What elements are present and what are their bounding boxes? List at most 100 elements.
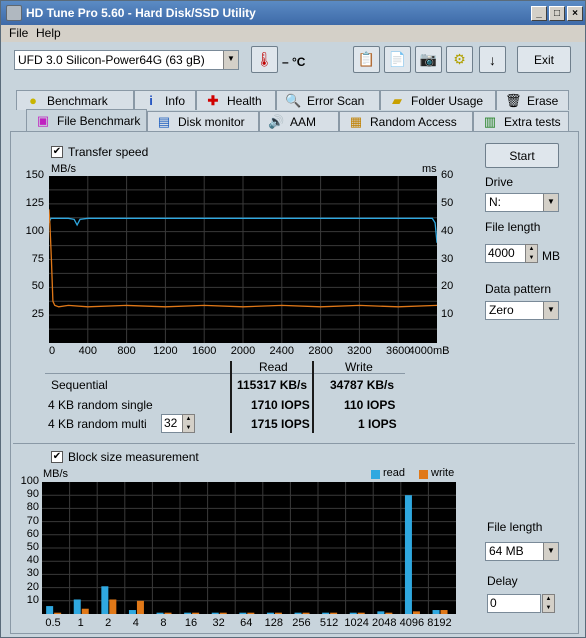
random-access-icon: ▦ [349, 113, 363, 129]
y-tick: 50 [26, 541, 39, 553]
delay-spinner[interactable]: ▲ ▼ [542, 594, 555, 613]
legend-read-label: read [383, 467, 406, 479]
read-bar [128, 610, 136, 614]
chevron-down-icon[interactable]: ▼ [543, 543, 558, 560]
block-size-checkbox[interactable]: ✔ [51, 451, 63, 463]
read-bar [156, 612, 164, 614]
speaker-icon: 🔊 [268, 113, 285, 129]
close-icon[interactable]: × [567, 5, 583, 21]
menu-file[interactable]: File [9, 26, 28, 40]
app-window: HD Tune Pro 5.60 - Hard Disk/SSD Utility… [0, 0, 586, 638]
x-tick: 512 [319, 617, 339, 629]
block-size-chart [42, 482, 456, 614]
tab-random-access[interactable]: ▦ Random Access [339, 111, 473, 131]
write-bar [385, 612, 393, 614]
read-bar [46, 606, 54, 614]
file-length-spinner[interactable]: ▲ ▼ [525, 244, 538, 263]
queue-depth-input[interactable]: 32 [161, 414, 183, 433]
tab-error-scan[interactable]: 🔍 Error Scan [276, 90, 380, 110]
queue-depth-spinner[interactable]: ▲ ▼ [182, 414, 195, 433]
x-tick: 800 [117, 345, 136, 357]
x-tick: 2 [105, 617, 112, 629]
window-title: HD Tune Pro 5.60 - Hard Disk/SSD Utility [26, 6, 256, 20]
settings-icon: ⚙ [453, 51, 466, 67]
x-tick: 400 [78, 345, 97, 357]
read-bar [349, 612, 357, 614]
tab-aam[interactable]: 🔊 AAM [259, 111, 339, 131]
app-icon [6, 5, 22, 21]
x-tick: 16 [184, 617, 198, 629]
drive-letter-select[interactable]: N: ▼ [485, 193, 559, 212]
file-length-unit: MB [542, 249, 560, 263]
y-tick-right: 10 [441, 308, 454, 321]
extra-tests-icon: ▥ [483, 113, 497, 129]
copy-icon: 📋 [357, 51, 376, 67]
title-bar[interactable]: HD Tune Pro 5.60 - Hard Disk/SSD Utility… [1, 1, 585, 25]
write-bar [219, 612, 227, 614]
copy-info-button[interactable]: 📋 [353, 46, 380, 73]
tab-label: Folder Usage [411, 93, 484, 108]
results-divider-2 [312, 361, 314, 433]
tab-health[interactable]: ✚ Health [196, 90, 276, 110]
drive-select[interactable]: UFD 3.0 Silicon-Power64G (63 gB) ▼ [14, 50, 239, 70]
screenshot-button[interactable]: 📷 [415, 46, 442, 73]
block-unit: MB/s [43, 468, 69, 480]
transfer-unit-right: ms [422, 163, 437, 175]
trash-icon: 🗑 [505, 92, 522, 108]
minimize-icon[interactable]: _ [531, 5, 547, 21]
temperature-readout: – °C [282, 55, 306, 69]
clipboard-icon: 📄 [388, 51, 407, 67]
tab-file-benchmark[interactable]: ▣ File Benchmark [26, 109, 147, 132]
tab-erase[interactable]: 🗑 Erase [496, 90, 569, 110]
x-tick: 3600 [385, 345, 411, 357]
transfer-speed-checkbox[interactable]: ✔ [51, 146, 63, 158]
x-tick: 2800 [308, 345, 333, 357]
read-bar [184, 612, 192, 614]
legend-write-label: write [431, 467, 455, 479]
y-tick-right: 50 [441, 196, 454, 209]
tab-label: Erase [527, 93, 559, 108]
menu-help[interactable]: Help [36, 26, 61, 40]
transfer-speed-chart [49, 176, 437, 343]
tab-benchmark[interactable]: ● Benchmark [16, 90, 134, 110]
copy-log-button[interactable]: 📄 [384, 46, 411, 73]
block-size-label: Block size measurement [68, 450, 199, 464]
file-length-input[interactable]: 4000 [485, 244, 526, 263]
y-tick-right: 40 [441, 224, 454, 237]
exit-button[interactable]: Exit [517, 46, 571, 73]
y-tick: 60 [26, 527, 39, 540]
chevron-down-icon[interactable]: ▼ [543, 194, 558, 211]
magnifier-icon: 🔍 [285, 92, 302, 108]
tab-folder-usage[interactable]: ▰ Folder Usage [380, 90, 496, 110]
save-button[interactable]: ↓ [479, 46, 506, 73]
results-row-read: 1715 IOPS [251, 417, 310, 431]
tab-label: Error Scan [307, 93, 365, 108]
delay-input[interactable]: 0 [487, 594, 541, 613]
tab-disk-monitor[interactable]: ▤ Disk monitor [147, 111, 259, 131]
tab-info[interactable]: i Info [134, 90, 196, 110]
chevron-down-icon[interactable]: ▼ [543, 302, 558, 319]
x-tick: 1200 [153, 345, 178, 357]
tab-label: Random Access [370, 114, 457, 129]
temperature-button[interactable]: 🌡 [251, 46, 278, 73]
tab-extra-tests[interactable]: ▥ Extra tests [473, 111, 569, 131]
thermometer-icon: 🌡 [255, 51, 274, 67]
maximize-icon[interactable]: □ [549, 5, 565, 21]
start-button[interactable]: Start [485, 143, 559, 168]
read-bar [101, 586, 109, 614]
read-bar [266, 612, 274, 614]
y-tick: 100 [20, 475, 39, 487]
section-divider [13, 443, 575, 444]
info-icon: i [149, 93, 153, 108]
write-bar [192, 612, 200, 614]
read-bar [239, 612, 247, 614]
read-bar [377, 611, 385, 614]
read-bar [211, 612, 219, 614]
transfer-unit-left: MB/s [51, 163, 77, 175]
data-pattern-value: Zero [489, 303, 514, 317]
y-tick-right: 20 [441, 280, 454, 293]
data-pattern-select[interactable]: Zero ▼ [485, 301, 559, 320]
options-button[interactable]: ⚙ [446, 46, 473, 73]
chevron-down-icon[interactable]: ▼ [223, 51, 238, 69]
block-file-length-select[interactable]: 64 MB ▼ [485, 542, 559, 561]
